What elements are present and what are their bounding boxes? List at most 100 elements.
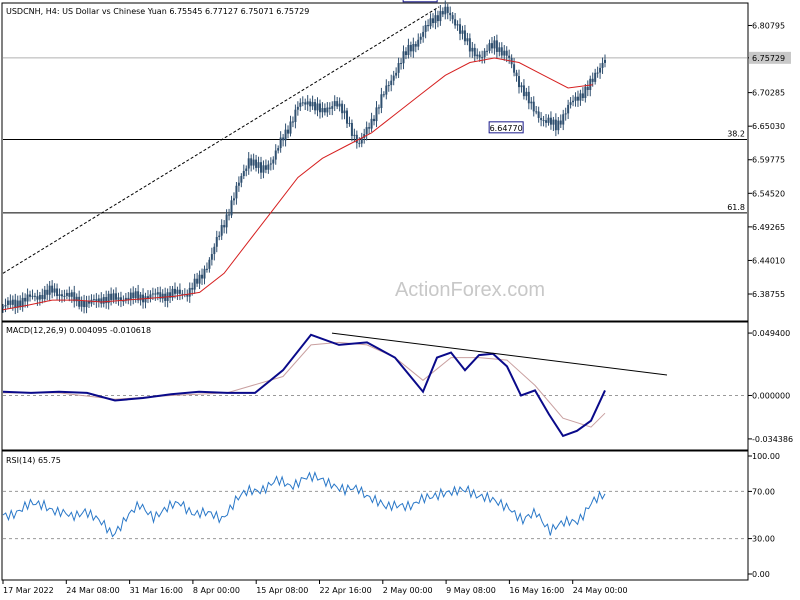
- candle-body: [53, 288, 56, 293]
- candle-body: [559, 120, 562, 125]
- candle-body: [26, 294, 29, 302]
- candle-body: [549, 117, 552, 125]
- candle-body: [557, 120, 560, 131]
- time-tick-label: 9 May 08:00: [446, 586, 496, 595]
- candle-body: [6, 300, 9, 305]
- time-tick-label: 31 Mar 16:00: [130, 586, 183, 595]
- candle-body: [65, 292, 68, 296]
- candle-body: [503, 50, 506, 56]
- candle-body: [532, 101, 535, 112]
- candle-body: [78, 296, 81, 307]
- candle-body: [601, 62, 604, 68]
- candle-body: [154, 293, 157, 295]
- candle-body: [284, 129, 287, 141]
- candle-body: [409, 44, 412, 52]
- candle-body: [527, 91, 530, 104]
- candle-body: [97, 298, 100, 302]
- candle-body: [493, 40, 496, 49]
- candle-body: [400, 63, 403, 65]
- candle-body: [540, 117, 543, 121]
- price-tick-label: 6.80795: [752, 21, 785, 30]
- candle-body: [333, 101, 336, 107]
- candle-body: [225, 214, 228, 228]
- candle-body: [456, 24, 459, 26]
- candle-body: [247, 158, 250, 169]
- candle-body: [500, 47, 503, 56]
- candle-body: [60, 294, 63, 297]
- candle-body: [552, 119, 555, 125]
- candle-body: [112, 293, 115, 300]
- candle-body: [274, 150, 277, 160]
- candle-body: [134, 291, 137, 299]
- candle-body: [230, 200, 233, 216]
- candle-body: [291, 121, 294, 123]
- candle-body: [473, 47, 476, 57]
- candle-body: [262, 165, 265, 173]
- candle-body: [449, 12, 452, 16]
- candle-body: [151, 293, 154, 295]
- candle-body: [468, 38, 471, 52]
- candle-body: [198, 274, 201, 284]
- candle-body: [100, 298, 103, 304]
- candle-body: [304, 102, 307, 105]
- candle-body: [46, 289, 49, 295]
- time-tick-label: 22 Apr 16:00: [320, 586, 372, 595]
- candle-body: [250, 158, 253, 166]
- candle-body: [203, 268, 206, 279]
- price-tick-label: 6.54520: [752, 189, 785, 198]
- candle-body: [331, 106, 334, 109]
- candle-body: [14, 299, 17, 308]
- candle-body: [122, 300, 125, 302]
- candle-body: [424, 25, 427, 32]
- candle-body: [365, 127, 368, 135]
- candle-body: [269, 163, 272, 165]
- candle-body: [569, 102, 572, 105]
- candle-body: [574, 96, 577, 101]
- macd-tick-label: -0.034386: [752, 435, 793, 444]
- candle-body: [228, 214, 231, 216]
- candle-body: [316, 103, 319, 111]
- candle-body: [579, 93, 582, 101]
- candle-body: [260, 162, 262, 173]
- candle-body: [395, 72, 398, 76]
- candle-body: [508, 55, 511, 58]
- candle-body: [9, 300, 12, 305]
- price-annotation-label: 6.83720: [404, 0, 437, 2]
- candle-body: [296, 106, 299, 110]
- candle-body: [129, 292, 132, 300]
- candle-body: [542, 120, 545, 122]
- macd-tick-label: 0.049400: [752, 329, 790, 338]
- current-price-label: 6.75729: [752, 54, 785, 63]
- candle-body: [358, 142, 361, 144]
- candle-body: [419, 36, 422, 40]
- candle-body: [515, 72, 518, 77]
- candle-body: [277, 148, 280, 151]
- candle-body: [282, 137, 285, 141]
- candle-body: [459, 24, 462, 34]
- candle-body: [547, 117, 550, 123]
- candle-body: [92, 299, 95, 301]
- candle-body: [518, 76, 520, 88]
- candle-body: [522, 85, 525, 97]
- candle-body: [156, 292, 159, 295]
- candle-body: [436, 15, 439, 22]
- candle-body: [478, 54, 481, 58]
- candle-body: [486, 50, 489, 52]
- candle-body: [572, 100, 575, 103]
- candle-body: [188, 287, 191, 297]
- fib-level-label: 61.8: [727, 203, 745, 212]
- symbol-header: USDCNH, H4: US Dollar vs Chinese Yuan 6.…: [6, 7, 309, 16]
- price-tick-label: 6.59775: [752, 156, 785, 165]
- candle-body: [414, 44, 417, 47]
- candle-body: [70, 292, 73, 297]
- candle-body: [505, 50, 508, 56]
- candle-body: [31, 295, 34, 297]
- candle-body: [441, 11, 444, 15]
- candle-body: [429, 18, 432, 27]
- price-annotation-label: 6.64770: [490, 124, 523, 133]
- candle-body: [586, 86, 589, 91]
- candle-body: [272, 159, 275, 164]
- candle-body: [434, 15, 437, 24]
- candle-body: [255, 159, 258, 168]
- candle-body: [471, 47, 474, 52]
